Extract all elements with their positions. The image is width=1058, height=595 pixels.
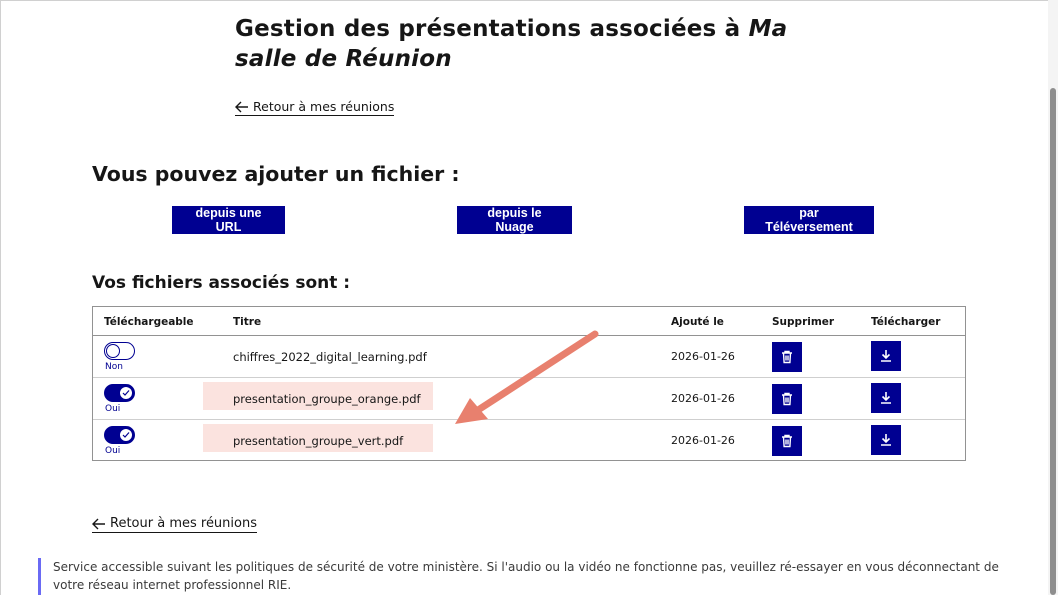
downloadable-toggle[interactable]: [104, 384, 135, 402]
check-icon: [122, 431, 130, 438]
download-file-button[interactable]: [871, 383, 901, 413]
downloadable-label: Oui: [105, 404, 121, 414]
file-title: presentation_groupe_vert.pdf: [233, 434, 404, 448]
file-date: 2026-01-26: [671, 392, 735, 405]
trash-icon: [782, 350, 792, 364]
table-row: Oui presentation_groupe_vert.pdf 2026-01…: [93, 420, 965, 460]
scrollbar[interactable]: [1048, 0, 1058, 595]
back-to-meetings-link-bottom[interactable]: Retour à mes réunions: [92, 516, 257, 533]
arrow-left-icon: [92, 518, 105, 529]
add-from-url-button[interactable]: depuis une URL: [172, 206, 285, 234]
table-row: Oui presentation_groupe_orange.pdf 2026-…: [93, 378, 965, 420]
add-file-heading: Vous pouvez ajouter un fichier :: [92, 162, 460, 186]
delete-file-button[interactable]: [772, 384, 802, 414]
toggle-knob: [119, 427, 133, 442]
download-icon: [881, 392, 891, 404]
delete-file-button[interactable]: [772, 426, 802, 456]
column-header-downloadable: Téléchargeable: [104, 316, 194, 328]
column-header-title: Titre: [233, 316, 262, 328]
back-link-label: Retour à mes réunions: [110, 516, 257, 531]
downloadable-toggle[interactable]: [104, 426, 135, 444]
column-header-added: Ajouté le: [671, 316, 724, 328]
add-from-cloud-button[interactable]: depuis le Nuage: [457, 206, 572, 234]
download-file-button[interactable]: [871, 341, 901, 371]
associated-files-heading: Vos fichiers associés sont :: [92, 273, 351, 293]
downloadable-label: Oui: [105, 446, 121, 456]
browser-viewport: [0, 0, 1058, 595]
add-by-upload-button[interactable]: par Téléversement: [744, 206, 874, 234]
scrollbar-thumb[interactable]: [1050, 88, 1056, 595]
files-table: Téléchargeable Titre Ajouté le Supprimer…: [92, 306, 966, 461]
table-header-row: Téléchargeable Titre Ajouté le Supprimer…: [93, 307, 965, 336]
trash-icon: [782, 392, 792, 406]
column-header-download: Télécharger: [871, 316, 941, 328]
check-icon: [122, 389, 130, 396]
download-file-button[interactable]: [871, 425, 901, 455]
delete-file-button[interactable]: [772, 342, 802, 372]
back-to-meetings-link[interactable]: Retour à mes réunions: [235, 99, 395, 116]
service-notice: Service accessible suivant les politique…: [38, 558, 1028, 595]
column-header-delete: Supprimer: [772, 316, 835, 328]
trash-icon: [782, 434, 792, 448]
file-date: 2026-01-26: [671, 434, 735, 447]
page-title-prefix: Gestion des présentations associées à: [235, 16, 749, 42]
download-icon: [881, 350, 891, 362]
file-title: chiffres_2022_digital_learning.pdf: [233, 350, 427, 364]
file-title: presentation_groupe_orange.pdf: [233, 392, 421, 406]
toggle-knob: [105, 343, 120, 358]
notice-text: Service accessible suivant les politique…: [53, 560, 999, 592]
arrow-left-icon: [235, 101, 248, 112]
toggle-knob: [119, 385, 133, 400]
file-date: 2026-01-26: [671, 350, 735, 363]
downloadable-toggle[interactable]: [104, 342, 135, 360]
page-title: Gestion des présentations associées à Ma…: [235, 14, 855, 74]
table-row: Non chiffres_2022_digital_learning.pdf 2…: [93, 336, 965, 378]
back-link-label: Retour à mes réunions: [253, 99, 395, 114]
download-icon: [881, 434, 891, 446]
downloadable-label: Non: [105, 362, 123, 372]
